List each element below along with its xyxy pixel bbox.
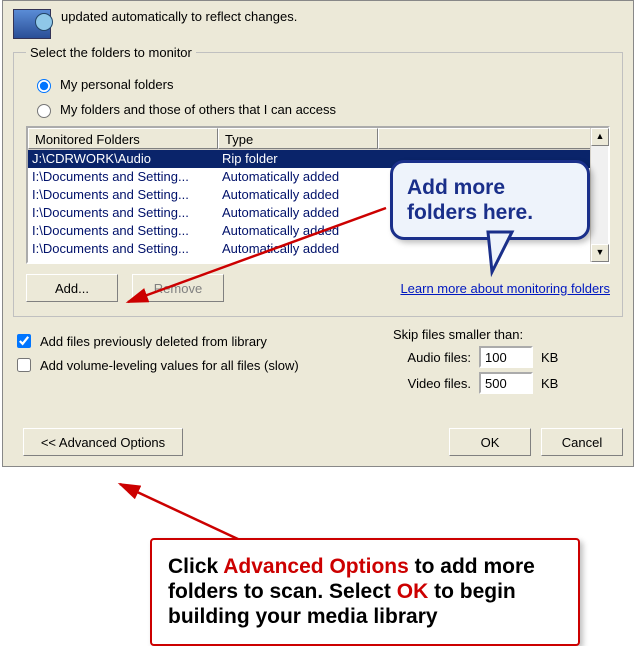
intro-text: updated automatically to reflect changes…: [61, 9, 623, 26]
list-scrollbar[interactable]: ▲ ▼: [590, 128, 608, 262]
library-icon: [13, 9, 51, 39]
monitored-folders-list[interactable]: Monitored Folders Type J:\CDRWORK\AudioR…: [26, 126, 610, 264]
ok-button[interactable]: OK: [449, 428, 531, 456]
radio-personal-label: My personal folders: [60, 77, 173, 92]
cell-type: Automatically added: [218, 222, 378, 240]
skip-title: Skip files smaller than:: [393, 327, 623, 342]
cell-type: Rip folder: [218, 150, 378, 168]
skip-audio-input[interactable]: [479, 346, 533, 368]
cell-folder: J:\CDRWORK\Audio: [28, 150, 218, 168]
radio-personal-input[interactable]: [37, 79, 51, 93]
col-type[interactable]: Type: [218, 128, 378, 149]
skip-video-unit: KB: [541, 376, 558, 391]
skip-video-label: Video files.: [393, 376, 479, 391]
radio-others-label: My folders and those of others that I ca…: [60, 102, 336, 117]
radio-others[interactable]: My folders and those of others that I ca…: [32, 101, 610, 118]
scroll-down-icon[interactable]: ▼: [591, 244, 609, 262]
cell-type: Automatically added: [218, 204, 378, 222]
check-deleted[interactable]: Add files previously deleted from librar…: [13, 331, 393, 351]
skip-video-input[interactable]: [479, 372, 533, 394]
cell-type: Automatically added: [218, 240, 378, 258]
table-row[interactable]: I:\Documents and Setting...Automatically…: [28, 222, 608, 240]
cell-type: Automatically added: [218, 168, 378, 186]
check-volume[interactable]: Add volume-leveling values for all files…: [13, 355, 393, 375]
skip-audio-label: Audio files:: [393, 350, 479, 365]
radio-personal[interactable]: My personal folders: [32, 76, 610, 93]
list-header: Monitored Folders Type: [28, 128, 608, 150]
cell-folder: I:\Documents and Setting...: [28, 186, 218, 204]
advanced-options-button[interactable]: << Advanced Options: [23, 428, 183, 456]
table-row[interactable]: J:\CDRWORK\AudioRip folder: [28, 150, 608, 168]
check-deleted-label: Add files previously deleted from librar…: [40, 334, 267, 349]
table-row[interactable]: I:\Documents and Setting...Automatically…: [28, 186, 608, 204]
add-button[interactable]: Add...: [26, 274, 118, 302]
col-folder[interactable]: Monitored Folders: [28, 128, 218, 149]
cancel-button[interactable]: Cancel: [541, 428, 623, 456]
options-block: Add files previously deleted from librar…: [13, 327, 623, 398]
cell-type: Automatically added: [218, 186, 378, 204]
scroll-up-icon[interactable]: ▲: [591, 128, 609, 146]
list-buttons-row: Add... Remove Learn more about monitorin…: [26, 274, 610, 302]
radio-others-input[interactable]: [37, 104, 51, 118]
check-volume-input[interactable]: [17, 358, 31, 372]
cell-folder: I:\Documents and Setting...: [28, 222, 218, 240]
check-deleted-input[interactable]: [17, 334, 31, 348]
footer-row: << Advanced Options OK Cancel: [13, 428, 623, 456]
table-row[interactable]: I:\Documents and Setting...Automatically…: [28, 204, 608, 222]
table-row[interactable]: I:\Documents and Setting...Automatically…: [28, 240, 608, 258]
learn-more-link[interactable]: Learn more about monitoring folders: [400, 281, 610, 296]
callout-advanced: Click Advanced Options to add more folde…: [150, 538, 580, 646]
check-volume-label: Add volume-leveling values for all files…: [40, 358, 299, 373]
cell-folder: I:\Documents and Setting...: [28, 168, 218, 186]
table-row[interactable]: I:\Documents and Setting...Automatically…: [28, 168, 608, 186]
add-to-library-dialog: updated automatically to reflect changes…: [2, 0, 634, 467]
group-legend: Select the folders to monitor: [26, 45, 196, 60]
cell-folder: I:\Documents and Setting...: [28, 240, 218, 258]
skip-audio-unit: KB: [541, 350, 558, 365]
list-body[interactable]: J:\CDRWORK\AudioRip folderI:\Documents a…: [28, 150, 608, 262]
col-spacer: [378, 128, 608, 149]
intro-row: updated automatically to reflect changes…: [13, 9, 623, 39]
remove-button[interactable]: Remove: [132, 274, 224, 302]
folders-group: Select the folders to monitor My persona…: [13, 45, 623, 317]
cell-folder: I:\Documents and Setting...: [28, 204, 218, 222]
